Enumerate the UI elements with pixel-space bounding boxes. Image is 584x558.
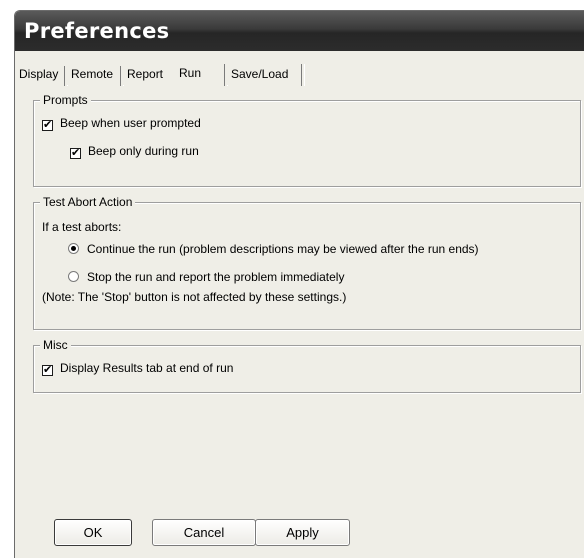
misc-legend: Misc — [40, 337, 71, 353]
tab-save-load[interactable]: Save/Load — [227, 64, 293, 85]
misc-group: Misc ✔ Display Results tab at end of run — [33, 337, 581, 393]
stop-run-label: Stop the run and report the problem imme… — [87, 270, 345, 284]
prompts-group: Prompts ✔ Beep when user prompted ✔ Beep o… — [33, 92, 581, 187]
tab-divider — [301, 64, 305, 86]
abort-action-legend: Test Abort Action — [40, 194, 136, 210]
ok-button[interactable]: OK — [54, 519, 132, 546]
radio-selected-dot — [71, 246, 76, 251]
stop-run-radio[interactable] — [68, 271, 79, 282]
tab-run[interactable]: Run — [175, 62, 206, 86]
tab-display[interactable]: Display — [15, 64, 63, 85]
abort-note-text: (Note: The 'Stop' button is not affected… — [42, 290, 347, 304]
abort-intro-text: If a test aborts: — [42, 220, 122, 234]
tab-remote[interactable]: Remote — [67, 64, 118, 85]
beep-during-run-checkbox[interactable]: ✔ — [70, 148, 81, 159]
abort-action-group: Test Abort Action If a test aborts: Cont… — [33, 194, 581, 330]
continue-run-option[interactable]: Continue the run (problem descriptions m… — [68, 241, 479, 257]
tab-report[interactable]: Report — [123, 64, 168, 85]
preferences-window: Preferences Display Remote Report Run Sa… — [14, 10, 584, 558]
display-results-option[interactable]: ✔ Display Results tab at end of run — [42, 360, 233, 376]
beep-prompted-checkbox[interactable]: ✔ — [42, 120, 53, 131]
beep-prompted-label: Beep when user prompted — [60, 116, 201, 130]
title-bar[interactable]: Preferences — [15, 11, 584, 51]
continue-run-label: Continue the run (problem descriptions m… — [87, 242, 479, 256]
beep-during-run-label: Beep only during run — [88, 144, 199, 158]
beep-during-run-option[interactable]: ✔ Beep only during run — [70, 143, 199, 159]
prompts-legend: Prompts — [40, 92, 91, 108]
display-results-checkbox[interactable]: ✔ — [42, 365, 53, 376]
cancel-button[interactable]: Cancel — [152, 519, 256, 546]
run-tab-panel: Prompts ✔ Beep when user prompted ✔ Beep o… — [21, 90, 584, 550]
dialog-content: Display Remote Report Run Save/Load Prom… — [15, 51, 584, 558]
display-results-label: Display Results tab at end of run — [60, 361, 234, 375]
window-title: Preferences — [24, 19, 170, 43]
apply-button[interactable]: Apply — [255, 519, 350, 546]
continue-run-radio[interactable] — [68, 243, 79, 254]
beep-prompted-option[interactable]: ✔ Beep when user prompted — [42, 115, 201, 131]
stop-run-option[interactable]: Stop the run and report the problem imme… — [68, 269, 344, 285]
